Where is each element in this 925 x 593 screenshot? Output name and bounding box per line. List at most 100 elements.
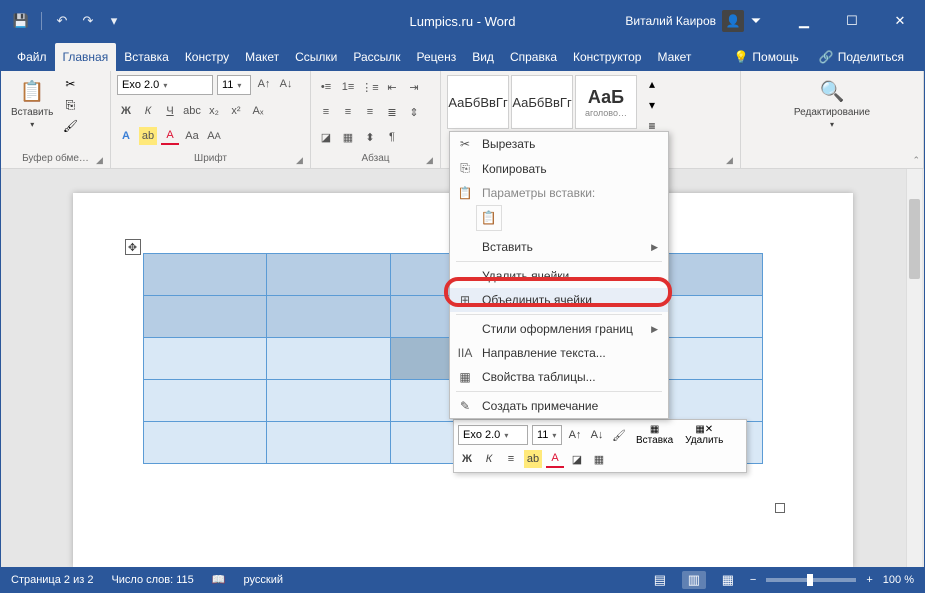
copy-icon[interactable]: ⎘ <box>61 96 79 114</box>
mini-grow-font-icon[interactable]: A↑ <box>566 426 584 444</box>
align-left-icon[interactable]: ≡ <box>317 103 335 121</box>
status-language[interactable]: русский <box>244 574 283 586</box>
superscript-icon[interactable]: x² <box>227 102 245 120</box>
tab-help[interactable]: Справка <box>502 43 565 71</box>
mini-insert-button[interactable]: ▦Вставка <box>632 424 677 446</box>
text-effects-icon[interactable]: A <box>117 127 135 145</box>
mini-shading-icon[interactable]: ◪ <box>568 450 586 468</box>
mini-font-combo[interactable]: Exo 2.0 <box>458 425 528 445</box>
zoom-slider[interactable] <box>766 578 856 582</box>
style-normal[interactable]: АаБбВвГг <box>447 75 509 129</box>
tab-view[interactable]: Вид <box>464 43 502 71</box>
sort-icon[interactable]: ⬍ <box>361 128 379 146</box>
cut-icon[interactable]: ✂ <box>61 75 79 93</box>
font-color-icon[interactable]: A <box>161 127 179 145</box>
tab-references[interactable]: Ссылки <box>287 43 345 71</box>
underline-icon[interactable]: Ч <box>161 102 179 120</box>
mini-borders-icon[interactable]: ▦ <box>590 450 608 468</box>
save-icon[interactable]: 💾 <box>11 12 31 30</box>
undo-icon[interactable]: ↶ <box>52 12 72 30</box>
ctx-border-styles[interactable]: Стили оформления границ▶ <box>450 317 668 341</box>
collapse-ribbon-icon[interactable]: ⌃ <box>912 155 920 166</box>
highlight-icon[interactable]: ab <box>139 127 157 145</box>
table-resize-handle-icon[interactable] <box>775 503 785 513</box>
shrink-font-icon[interactable]: A↓ <box>277 75 295 93</box>
zoom-level[interactable]: 100 % <box>883 574 914 586</box>
shading-icon[interactable]: ◪ <box>317 128 335 146</box>
align-center-icon[interactable]: ≡ <box>339 103 357 121</box>
tab-insert[interactable]: Вставка <box>116 43 177 71</box>
numbering-icon[interactable]: 1≡ <box>339 78 357 96</box>
change-case-icon[interactable]: Aa <box>183 127 201 145</box>
mini-italic-icon[interactable]: К <box>480 450 498 468</box>
grow-a-icon[interactable]: AA <box>205 127 223 145</box>
minimize-button[interactable]: ▁ <box>780 1 828 41</box>
grow-font-icon[interactable]: A↑ <box>255 75 273 93</box>
tab-home[interactable]: Главная <box>55 43 117 71</box>
multilevel-icon[interactable]: ⋮≡ <box>361 78 379 96</box>
borders-icon[interactable]: ▦ <box>339 128 357 146</box>
italic-icon[interactable]: К <box>139 102 157 120</box>
view-print-icon[interactable]: ▥ <box>682 571 706 589</box>
tab-design[interactable]: Констру <box>177 43 237 71</box>
share-button[interactable]: 🔗Поделиться <box>811 43 912 71</box>
editing-button[interactable]: 🔍 Редактирование ▾ <box>790 75 874 131</box>
zoom-in-icon[interactable]: + <box>866 574 872 586</box>
ctx-text-direction[interactable]: IIAНаправление текста... <box>450 341 668 365</box>
ribbon-options-icon[interactable]: ⏷ <box>732 1 780 41</box>
styles-down-icon[interactable]: ▾ <box>643 96 661 114</box>
tab-layout[interactable]: Макет <box>237 43 287 71</box>
bullets-icon[interactable]: •≡ <box>317 78 335 96</box>
mini-align-icon[interactable]: ≡ <box>502 450 520 468</box>
show-marks-icon[interactable]: ¶ <box>383 128 401 146</box>
styles-up-icon[interactable]: ▴ <box>643 75 661 93</box>
tab-mailings[interactable]: Рассылк <box>345 43 408 71</box>
paste-button[interactable]: 📋 Вставить ▾ <box>7 75 57 131</box>
style-nospacing[interactable]: АаБбВвГг <box>511 75 573 129</box>
customize-qat-icon[interactable]: ▾ <box>104 12 124 30</box>
decrease-indent-icon[interactable]: ⇤ <box>383 78 401 96</box>
ctx-merge-cells[interactable]: ⊞Объединить ячейки <box>450 288 668 312</box>
help-button[interactable]: 💡Помощь <box>725 43 806 71</box>
justify-icon[interactable]: ≣ <box>383 103 401 121</box>
style-heading[interactable]: АаБаголово… <box>575 75 637 129</box>
mini-highlight-icon[interactable]: ab <box>524 450 542 468</box>
clipboard-launcher-icon[interactable]: ◢ <box>96 155 106 165</box>
ctx-table-props[interactable]: ▦Свойства таблицы... <box>450 365 668 389</box>
tab-review[interactable]: Реценз <box>409 43 465 71</box>
paragraph-launcher-icon[interactable]: ◢ <box>426 155 436 165</box>
format-painter-icon[interactable]: 🖌 <box>61 117 79 135</box>
ctx-cut[interactable]: ✂Вырезать <box>450 132 668 156</box>
bold-icon[interactable]: Ж <box>117 102 135 120</box>
font-size-combo[interactable]: 11 <box>217 75 251 95</box>
mini-bold-icon[interactable]: Ж <box>458 450 476 468</box>
redo-icon[interactable]: ↷ <box>78 12 98 30</box>
view-web-icon[interactable]: ▦ <box>716 571 740 589</box>
mini-shrink-font-icon[interactable]: A↓ <box>588 426 606 444</box>
maximize-button[interactable]: ☐ <box>828 1 876 41</box>
ctx-copy[interactable]: ⎘Копировать <box>450 156 668 181</box>
ctx-delete-cells[interactable]: Удалить ячейки... <box>450 264 668 288</box>
close-button[interactable]: ✕ <box>876 1 924 41</box>
tab-table-design[interactable]: Конструктор <box>565 43 649 71</box>
increase-indent-icon[interactable]: ⇥ <box>405 78 423 96</box>
status-word-count[interactable]: Число слов: 115 <box>111 574 193 586</box>
styles-launcher-icon[interactable]: ◢ <box>726 155 736 165</box>
font-launcher-icon[interactable]: ◢ <box>296 155 306 165</box>
ctx-paste[interactable]: Вставить▶ <box>450 235 668 259</box>
paste-option-keep-source-icon[interactable]: 📋 <box>476 205 502 231</box>
proofing-icon[interactable]: 📖 <box>212 573 226 586</box>
status-page[interactable]: Страница 2 из 2 <box>11 574 93 586</box>
strike-icon[interactable]: abc <box>183 102 201 120</box>
subscript-icon[interactable]: x₂ <box>205 102 223 120</box>
table-move-handle-icon[interactable]: ✥ <box>125 239 141 255</box>
clear-format-icon[interactable]: Aₓ <box>249 102 267 120</box>
mini-font-color-icon[interactable]: A <box>546 450 564 468</box>
line-spacing-icon[interactable]: ⇕ <box>405 103 423 121</box>
align-right-icon[interactable]: ≡ <box>361 103 379 121</box>
mini-delete-button[interactable]: ▦✕Удалить <box>681 424 727 446</box>
mini-format-painter-icon[interactable]: 🖌 <box>610 426 628 444</box>
font-name-combo[interactable]: Exo 2.0 <box>117 75 213 95</box>
view-read-icon[interactable]: ▤ <box>648 571 672 589</box>
tab-table-layout[interactable]: Макет <box>649 43 699 71</box>
